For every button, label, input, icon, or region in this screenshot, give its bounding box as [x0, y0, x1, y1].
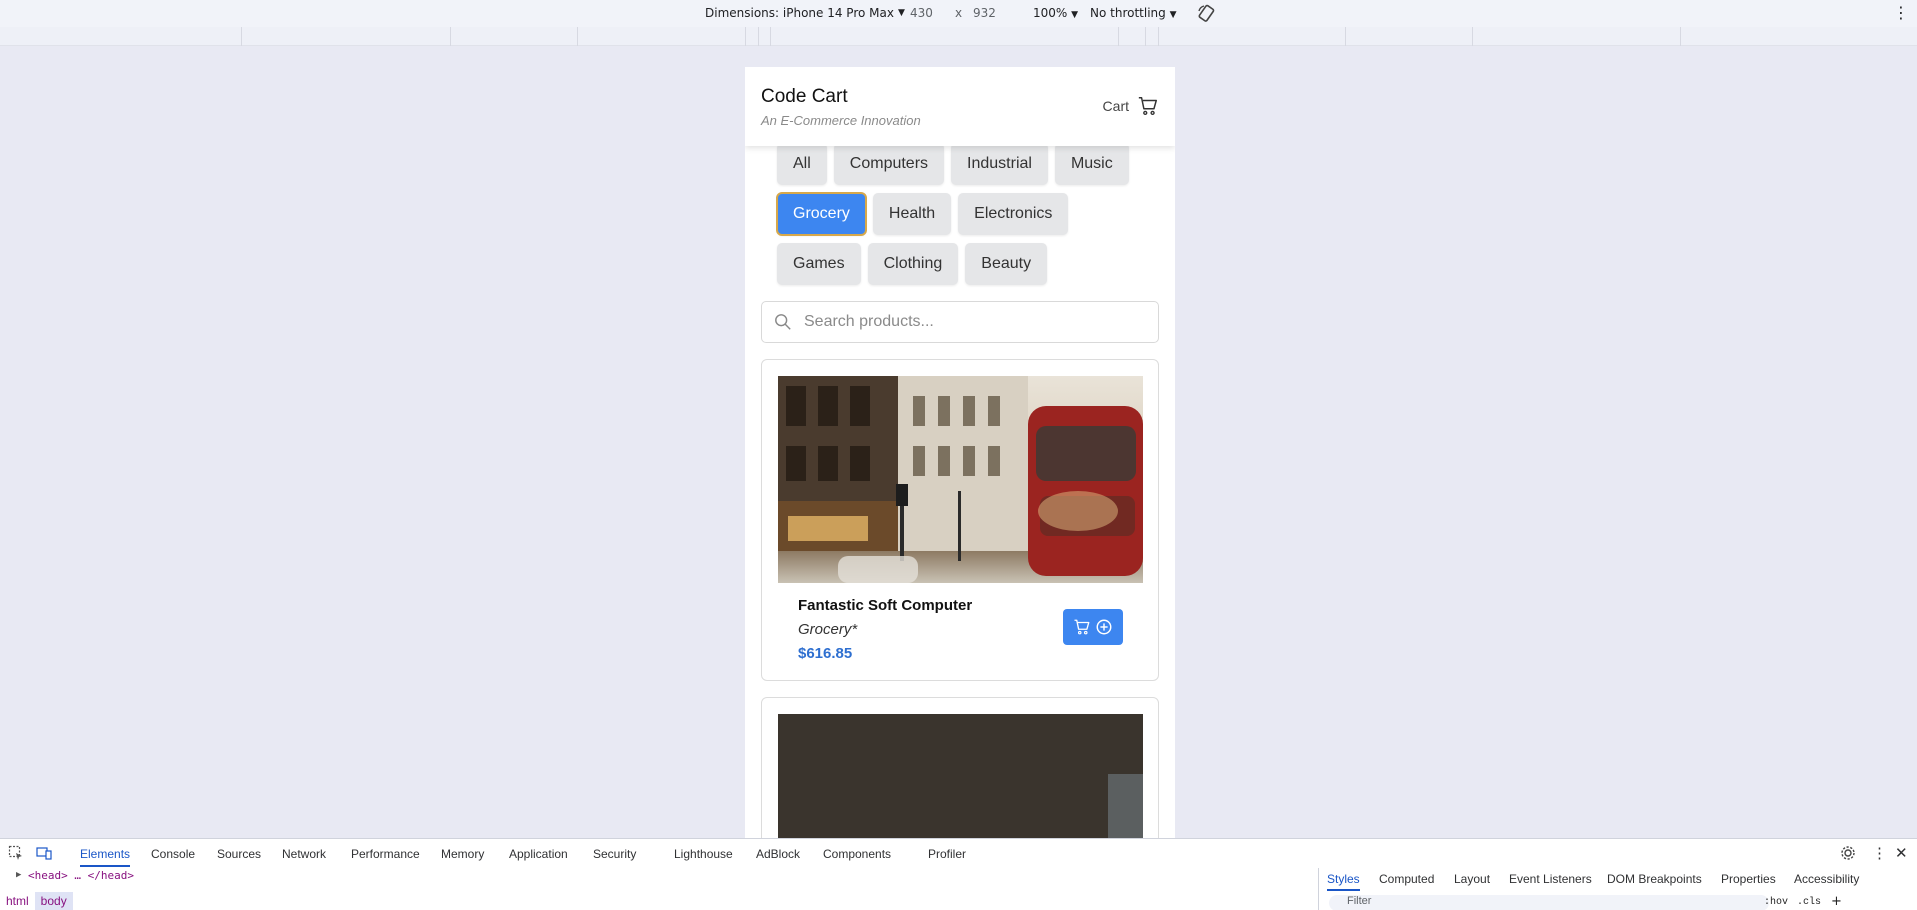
device-width-input[interactable]: 430: [910, 6, 950, 20]
product-price: $616.85: [798, 645, 853, 662]
inspect-element-icon[interactable]: [8, 845, 24, 861]
product-category: Grocery*: [798, 621, 858, 638]
dom-node-head[interactable]: <head> … </head>: [28, 869, 134, 882]
category-games[interactable]: Games: [777, 243, 861, 285]
dimension-separator: x: [955, 6, 963, 20]
tab-layout[interactable]: Layout: [1454, 872, 1490, 886]
tab-styles[interactable]: Styles: [1327, 872, 1360, 891]
tab-security[interactable]: Security: [593, 847, 636, 861]
breadcrumb-html[interactable]: html: [0, 892, 35, 910]
product-image: [778, 714, 1143, 838]
rotate-icon[interactable]: [1196, 3, 1216, 23]
zoom-label: 100%: [1033, 6, 1068, 20]
caret-down-icon: ▼: [1169, 10, 1177, 20]
plus-circle-icon: [1096, 619, 1112, 635]
styles-pane: Styles Computed Layout Event Listeners D…: [1318, 868, 1917, 910]
tab-accessibility[interactable]: Accessibility: [1794, 872, 1859, 886]
caret-down-icon: ▼: [1071, 10, 1079, 20]
app-header: Code Cart An E-Commerce Innovation Cart: [745, 67, 1175, 146]
breadcrumb: html body: [0, 891, 73, 910]
product-card: Fantastic Soft Computer Grocery* $616.85: [761, 359, 1159, 681]
tab-network[interactable]: Network: [282, 847, 326, 861]
tab-memory[interactable]: Memory: [441, 847, 484, 861]
dimensions-label: Dimensions: iPhone 14 Pro Max: [705, 6, 894, 20]
cls-toggle[interactable]: .cls: [1797, 897, 1821, 908]
device-height-input[interactable]: 932: [973, 6, 996, 20]
category-beauty[interactable]: Beauty: [965, 243, 1048, 285]
caret-down-icon: ▼: [897, 8, 905, 18]
tab-adblock[interactable]: AdBlock: [756, 847, 800, 861]
category-row-3: Games Clothing Beauty: [777, 243, 1048, 285]
product-name[interactable]: Fantastic Soft Computer: [798, 597, 972, 614]
zoom-select[interactable]: 100% ▼: [1033, 6, 1078, 20]
dark-photo: [778, 714, 1143, 838]
tab-elements[interactable]: Elements: [80, 847, 131, 867]
category-music[interactable]: Music: [1054, 143, 1129, 185]
add-to-cart-button[interactable]: [1063, 609, 1123, 645]
cart-link[interactable]: Cart: [1103, 95, 1159, 117]
category-clothing[interactable]: Clothing: [867, 243, 959, 285]
shopping-cart-icon: [1074, 619, 1090, 635]
search-input[interactable]: [804, 313, 1124, 331]
category-grocery[interactable]: Grocery: [776, 192, 867, 236]
filter-input[interactable]: Filter: [1329, 895, 1769, 910]
product-image: [778, 376, 1143, 583]
tab-dom-breakpoints[interactable]: DOM Breakpoints: [1607, 872, 1702, 886]
dom-tree: ▶ <head> … </head>: [0, 868, 1310, 910]
product-card: [761, 697, 1159, 838]
search-icon: [775, 314, 791, 330]
throttling-label: No throttling: [1090, 6, 1166, 20]
add-rule-icon[interactable]: +: [1831, 894, 1842, 909]
expand-caret-icon[interactable]: ▶: [16, 870, 21, 880]
tab-console[interactable]: Console: [151, 847, 195, 861]
city-street-photo: [778, 376, 1143, 583]
more-options-icon[interactable]: ⋮: [1893, 3, 1909, 22]
devtools-more-icon[interactable]: ⋮: [1872, 844, 1887, 862]
app-title[interactable]: Code Cart: [761, 86, 848, 108]
category-health[interactable]: Health: [872, 193, 952, 235]
gear-icon[interactable]: [1840, 845, 1856, 861]
throttling-select[interactable]: No throttling ▼: [1090, 6, 1177, 20]
app-subtitle: An E-Commerce Innovation: [761, 113, 921, 128]
devtools-panel: Elements Console Sources Network Perform…: [0, 838, 1917, 910]
category-computers[interactable]: Computers: [833, 143, 945, 185]
devtools-tabs: Elements Console Sources Network Perform…: [0, 839, 1917, 868]
category-electronics[interactable]: Electronics: [958, 193, 1069, 235]
tab-lighthouse[interactable]: Lighthouse: [674, 847, 733, 861]
category-row-2: Grocery Health Electronics: [776, 192, 1069, 236]
tab-computed[interactable]: Computed: [1379, 872, 1434, 886]
tab-performance[interactable]: Performance: [351, 847, 420, 861]
filter-placeholder: Filter: [1347, 895, 1372, 907]
tab-application[interactable]: Application: [509, 847, 568, 861]
media-query-ruler: [0, 27, 1917, 46]
tab-sources[interactable]: Sources: [217, 847, 261, 861]
category-all[interactable]: All: [777, 143, 827, 185]
search-box: [761, 301, 1159, 343]
tab-properties[interactable]: Properties: [1721, 872, 1776, 886]
tab-event-listeners[interactable]: Event Listeners: [1509, 872, 1592, 886]
tab-components[interactable]: Components: [823, 847, 891, 861]
device-dimensions-select[interactable]: Dimensions: iPhone 14 Pro Max ▼: [705, 6, 905, 20]
category-industrial[interactable]: Industrial: [951, 143, 1048, 185]
cart-label: Cart: [1102, 98, 1129, 114]
category-row-1: All Computers Industrial Music: [777, 143, 1129, 185]
close-icon[interactable]: ✕: [1895, 844, 1908, 862]
device-toolbar: Dimensions: iPhone 14 Pro Max ▼ 430 x 93…: [0, 0, 1917, 27]
shopping-cart-icon: [1138, 97, 1157, 116]
device-toggle-icon[interactable]: [36, 845, 52, 861]
breadcrumb-body[interactable]: body: [34, 892, 73, 910]
hov-toggle[interactable]: :hov: [1764, 897, 1788, 908]
tab-profiler[interactable]: Profiler: [928, 847, 966, 861]
device-viewport: Code Cart An E-Commerce Innovation Cart …: [745, 67, 1175, 838]
